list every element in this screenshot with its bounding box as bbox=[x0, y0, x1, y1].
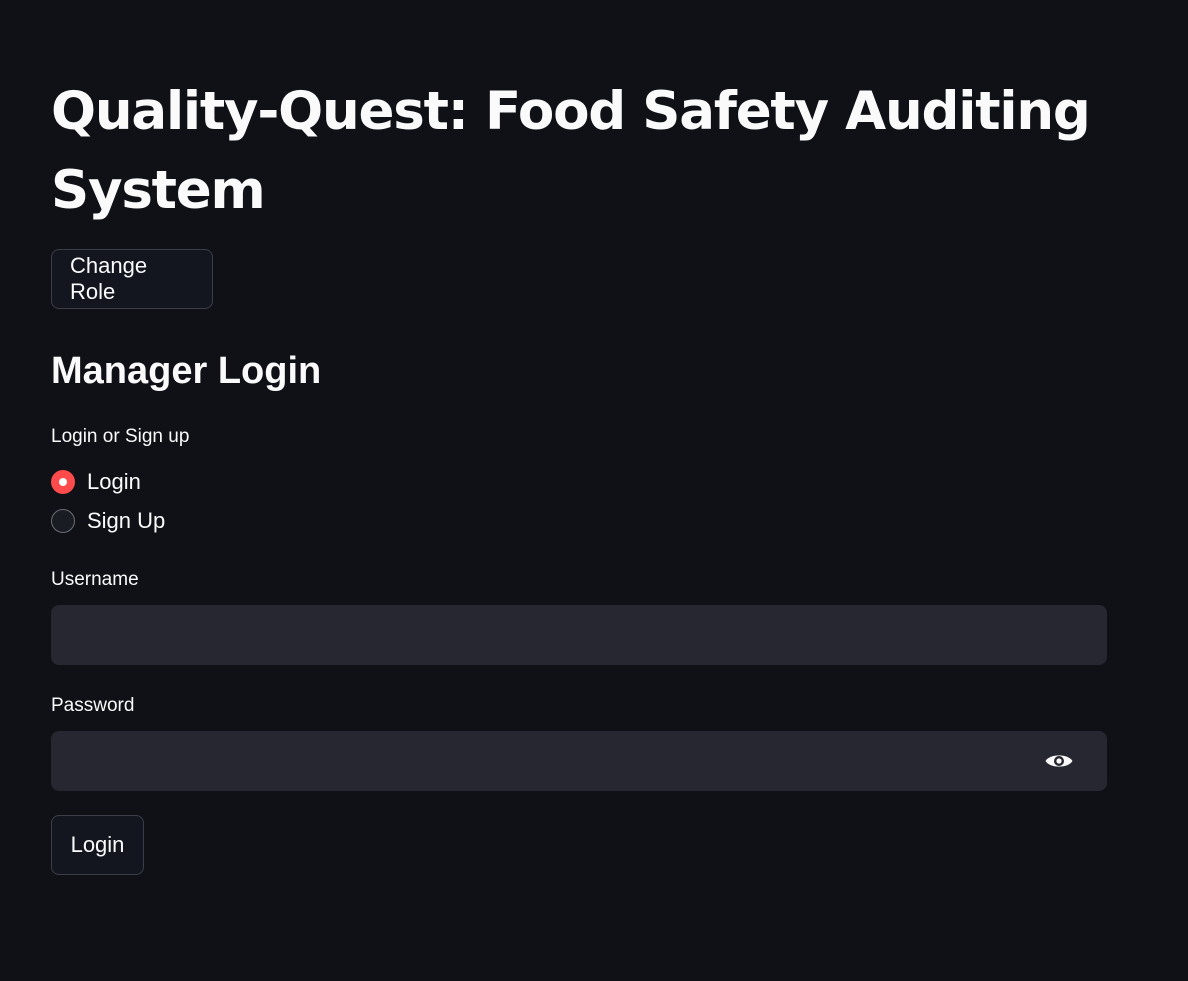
radio-option-sign-up[interactable]: Sign Up bbox=[51, 506, 165, 536]
radio-option-label: Login bbox=[87, 469, 141, 494]
radio-selected-icon[interactable] bbox=[51, 470, 75, 494]
radio-unselected-icon[interactable] bbox=[51, 509, 75, 533]
auth-mode-label: Login or Sign up bbox=[51, 426, 190, 447]
section-title: Manager Login bbox=[51, 350, 322, 392]
username-input[interactable] bbox=[51, 605, 1107, 665]
username-field-container bbox=[51, 605, 1107, 665]
radio-option-login[interactable]: Login bbox=[51, 467, 141, 497]
password-label: Password bbox=[51, 695, 135, 716]
password-field-container bbox=[51, 731, 1107, 791]
login-button[interactable]: Login bbox=[51, 815, 144, 875]
radio-option-label: Sign Up bbox=[87, 508, 166, 533]
page-title: Quality-Quest: Food Safety Auditing Syst… bbox=[51, 81, 1091, 221]
username-label: Username bbox=[51, 569, 139, 590]
eye-icon[interactable] bbox=[1043, 748, 1075, 774]
password-input[interactable] bbox=[51, 731, 1011, 791]
change-role-button[interactable]: Change Role bbox=[51, 249, 213, 309]
